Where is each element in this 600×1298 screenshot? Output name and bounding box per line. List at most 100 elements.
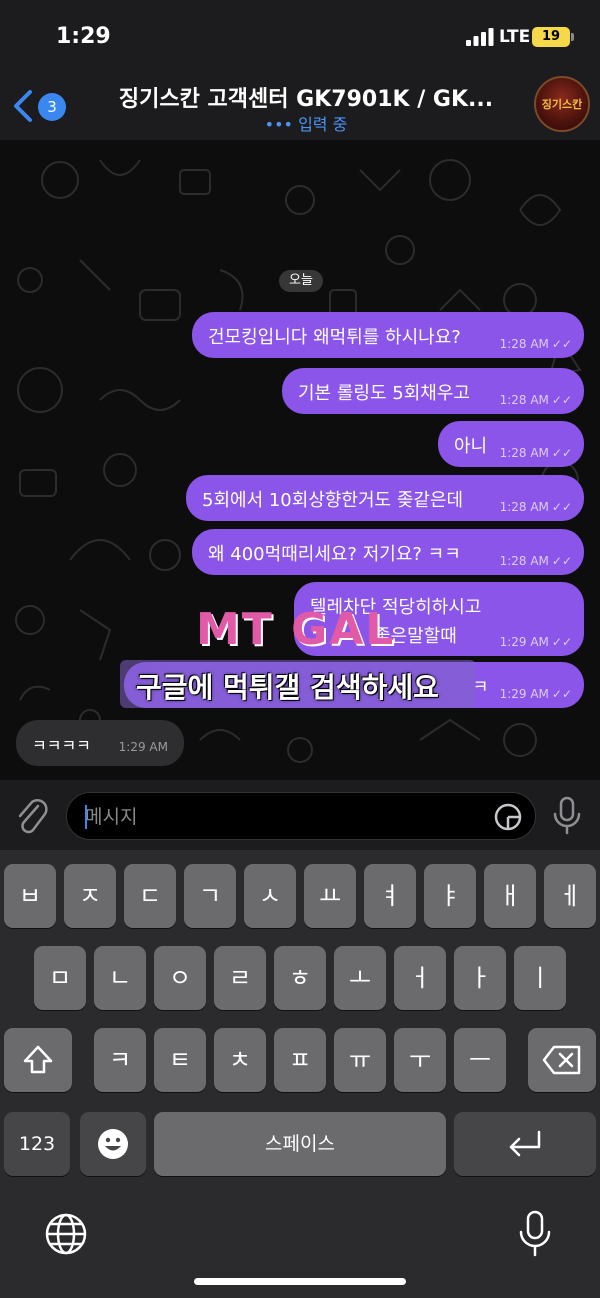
status-bar: 1:29 LTE 19 [0,0,600,70]
shift-key[interactable] [4,1028,72,1092]
battery-level: 19 [541,29,561,44]
key[interactable]: ㅐ [484,864,536,928]
key[interactable]: ㄷ [124,864,176,928]
message-meta: 1:28 AM ✓✓ [500,554,572,568]
key[interactable]: ㅣ [514,946,566,1010]
key[interactable]: ㅕ [364,864,416,928]
back-button[interactable]: 3 [10,88,70,124]
key[interactable]: ㅓ [394,946,446,1010]
shift-icon [23,1045,53,1074]
avatar-label: 징기스칸 [541,98,583,111]
message-field[interactable] [66,792,536,840]
message-time: 1:28 AM [499,393,549,407]
message-text: 아니 [454,436,488,457]
double-check-icon: ✓✓ [551,337,572,351]
key[interactable]: ㅁ [34,946,86,1010]
message-text: 5회에서 10회상향한거도 좆같은데 [202,490,464,511]
backspace-icon [542,1045,581,1075]
emoji-icon [98,1129,128,1159]
key[interactable]: ㅌ [154,1028,206,1092]
message-meta: 1:28 AM ✓✓ [500,393,572,407]
avatar[interactable]: 징기스칸 [534,76,590,132]
key[interactable]: ㄴ [94,946,146,1010]
key[interactable]: ㅈ [64,864,116,928]
message-text: 건모킹입니다 왜먹튀를 하시나요? [208,327,461,348]
key[interactable]: ㅂ [4,864,56,928]
chat-area: 오늘 건모킹입니다 왜먹튀를 하시나요? 1:28 AM ✓✓ 기본 롤링도 5회… [0,140,600,780]
return-key[interactable] [454,1112,596,1176]
message-input-bar [0,780,600,850]
backspace-key[interactable] [528,1028,596,1092]
message-time: 1:28 AM [499,554,549,568]
outgoing-message[interactable]: 건모킹입니다 왜먹튀를 하시나요? 1:28 AM ✓✓ [192,312,584,358]
double-check-icon: ✓✓ [551,393,572,407]
status-time: 1:29 [56,24,111,49]
battery-icon: 19 [532,27,570,47]
home-indicator[interactable] [194,1278,406,1285]
key[interactable]: ㅊ [214,1028,266,1092]
key[interactable]: ㅜ [394,1028,446,1092]
message-meta: 1:28 AM ✓✓ [500,500,572,514]
date-divider: 오늘 [279,270,323,292]
message-time: 1:29 AM [499,687,549,701]
keyboard: ㅂ ㅈ ㄷ ㄱ ㅅ ㅛ ㅕ ㅑ ㅐ ㅔ ㅁ ㄴ ㅇ ㄹ ㅎ ㅗ ㅓ ㅏ ㅣ ㅋ … [0,850,600,1298]
return-icon [509,1130,541,1157]
message-meta: 1:29 AM ✓✓ [500,635,572,649]
message-meta: 1:28 AM ✓✓ [500,337,572,351]
key[interactable]: ㅍ [274,1028,326,1092]
key[interactable]: ㅋ [94,1028,146,1092]
globe-icon[interactable] [44,1212,88,1256]
space-key[interactable]: 스페이스 [154,1112,446,1176]
incoming-message[interactable]: ㅋㅋㅋㅋ 1:29 AM [16,720,184,766]
message-time: 1:29 AM [118,740,168,754]
sticker-icon[interactable] [493,802,523,832]
battery-tip [571,33,574,41]
outgoing-message[interactable]: 왜 400먹때리세요? 저기요? ㅋㅋ 1:28 AM ✓✓ [192,529,584,575]
paperclip-icon[interactable] [14,796,50,836]
key[interactable]: ㅏ [454,946,506,1010]
key[interactable]: ㅡ [454,1028,506,1092]
key[interactable]: ㅑ [424,864,476,928]
key[interactable]: ㅎ [274,946,326,1010]
watermark-logo-text: MT GAL [196,604,396,655]
key[interactable]: ㄹ [214,946,266,1010]
chat-title[interactable]: 징기스칸 고객센터 GK7901K / GK... [96,81,516,113]
message-meta: 1:29 AM ✓✓ [500,687,572,701]
message-time: 1:28 AM [499,337,549,351]
network-type: LTE [499,27,531,47]
watermark-banner: 구글에 먹튀갤 검색하세요 [136,671,439,704]
double-check-icon: ✓✓ [551,687,572,701]
message-time: 1:28 AM [499,500,549,514]
dictation-microphone-icon[interactable] [518,1210,552,1258]
numbers-key[interactable]: 123 [4,1112,70,1176]
double-check-icon: ✓✓ [551,554,572,568]
double-check-icon: ✓✓ [551,635,572,649]
key[interactable]: ㄱ [184,864,236,928]
message-meta: 1:28 AM ✓✓ [500,446,572,460]
key[interactable]: ㅇ [154,946,206,1010]
outgoing-message[interactable]: 아니 1:28 AM ✓✓ [438,421,584,467]
double-check-icon: ✓✓ [551,446,572,460]
message-time: 1:28 AM [499,446,549,460]
outgoing-message[interactable]: 기본 롤링도 5회채우고 1:28 AM ✓✓ [282,368,584,414]
message-text: 기본 롤링도 5회채우고 [298,383,470,404]
message-input[interactable] [85,805,465,829]
watermark-logo: MT GAL [196,604,395,655]
message-text: 왜 400먹때리세요? 저기요? ㅋㅋ [208,544,461,565]
cellular-signal-icon [466,28,494,46]
typing-status: ••• 입력 중 [264,115,348,134]
message-text: ㅋㅋㅋㅋ [32,736,91,755]
double-check-icon: ✓✓ [551,500,572,514]
text-caret [85,805,87,829]
key[interactable]: ㅠ [334,1028,386,1092]
microphone-icon[interactable] [552,796,582,836]
key[interactable]: ㅔ [544,864,596,928]
chevron-left-icon [14,90,32,122]
message-time: 1:29 AM [499,635,549,649]
outgoing-message[interactable]: 5회에서 10회상향한거도 좆같은데 1:28 AM ✓✓ [186,475,584,521]
key[interactable]: ㅗ [334,946,386,1010]
unread-count-badge: 3 [38,93,66,121]
key[interactable]: ㅛ [304,864,356,928]
emoji-key[interactable] [80,1112,146,1176]
key[interactable]: ㅅ [244,864,296,928]
